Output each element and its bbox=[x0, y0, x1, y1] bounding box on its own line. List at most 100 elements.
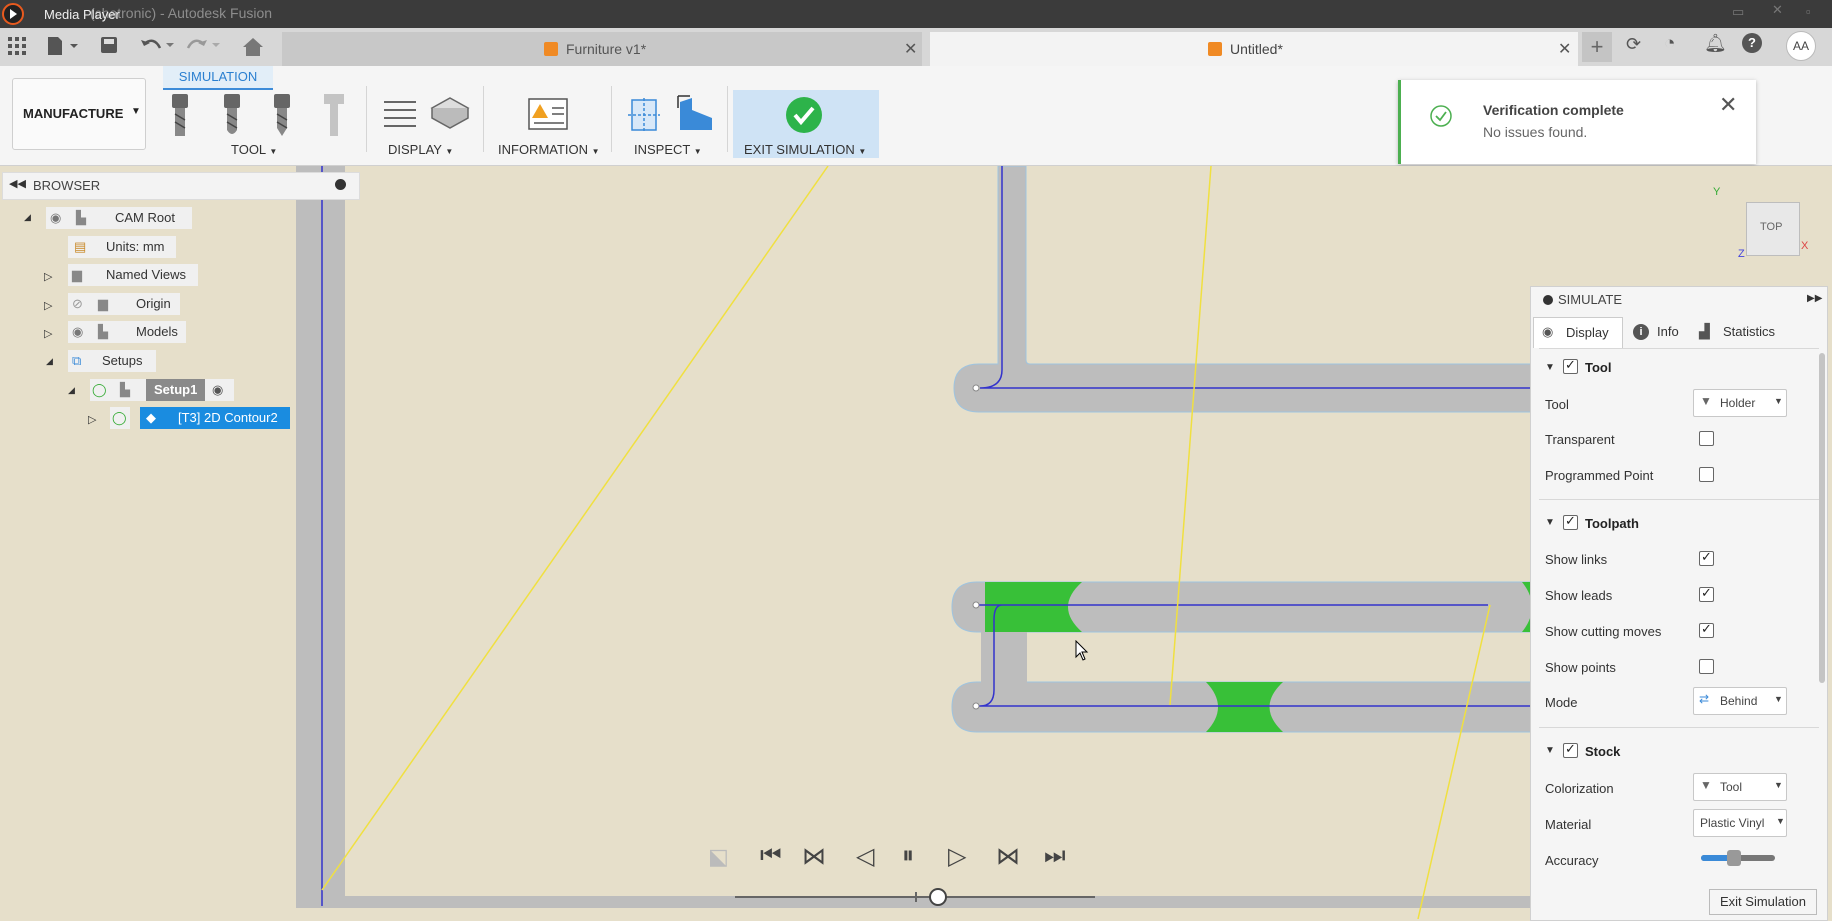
show-points-checkbox[interactable] bbox=[1699, 659, 1714, 674]
tree-node-units[interactable]: ▤ Units: mm bbox=[68, 236, 176, 258]
show-links-checkbox[interactable] bbox=[1699, 549, 1714, 566]
close-icon[interactable]: ✕ bbox=[904, 39, 917, 59]
tool-group-label[interactable]: TOOL ▼ bbox=[231, 142, 277, 157]
close-icon[interactable]: ✕ bbox=[1719, 92, 1737, 118]
next-operation-icon[interactable]: ⋈ bbox=[996, 842, 1020, 871]
minimize-icon[interactable]: ▭ bbox=[1732, 4, 1744, 20]
expand-triangle-icon[interactable]: ▷ bbox=[44, 299, 52, 312]
expand-panel-icon[interactable]: ▶▶ bbox=[1807, 293, 1822, 304]
information-group-label[interactable]: INFORMATION ▼ bbox=[498, 142, 600, 157]
minimize-panel-icon[interactable] bbox=[335, 179, 346, 190]
information-icon[interactable] bbox=[528, 98, 568, 130]
undo-icon[interactable] bbox=[140, 36, 176, 54]
collapse-triangle-icon[interactable]: ▼ bbox=[1545, 745, 1555, 756]
transparent-checkbox[interactable] bbox=[1699, 431, 1714, 446]
step-back-icon[interactable]: ◁ bbox=[856, 842, 874, 871]
title-bar: (chatronic) - Autodesk Fusion Media Play… bbox=[0, 0, 1832, 28]
show-cutting-moves-checkbox[interactable] bbox=[1699, 621, 1714, 638]
timeline-handle[interactable] bbox=[928, 888, 947, 906]
tree-node-setup1[interactable]: ◯ ▙ Setup1 ◉ bbox=[90, 379, 234, 401]
tree-node-label: Setup1 bbox=[146, 379, 206, 401]
tree-node-models[interactable]: ◉ ▙ Models bbox=[68, 321, 186, 343]
restore-icon[interactable]: ▫ bbox=[1806, 4, 1811, 19]
sync-icon[interactable]: ⟳ bbox=[1626, 34, 1641, 55]
tool-view-icon[interactable]: ⬕ bbox=[708, 844, 729, 870]
check-circle-icon bbox=[1430, 105, 1452, 127]
measure-icon[interactable] bbox=[676, 94, 716, 134]
section-analysis-icon[interactable] bbox=[626, 96, 662, 134]
collapse-triangle-icon[interactable]: ▼ bbox=[1545, 362, 1555, 373]
step-forward-icon[interactable]: ▷ bbox=[948, 842, 966, 871]
help-icon[interactable]: ? bbox=[1742, 33, 1762, 53]
display-stock-icon[interactable] bbox=[430, 96, 470, 132]
tree-node-named-views[interactable]: ▆ Named Views bbox=[68, 264, 198, 286]
collapse-triangle-icon[interactable]: ◢ bbox=[46, 356, 53, 367]
expand-triangle-icon[interactable]: ▷ bbox=[44, 270, 52, 283]
tab-simulation[interactable]: SIMULATION bbox=[163, 66, 273, 90]
accuracy-slider-handle[interactable] bbox=[1727, 850, 1742, 866]
user-avatar[interactable]: AA bbox=[1786, 31, 1816, 61]
tab-furniture[interactable]: Furniture v1* ✕ bbox=[282, 32, 922, 66]
tab-display[interactable]: ◉ Display bbox=[1533, 317, 1623, 348]
tree-node-origin[interactable]: ⊘ ▆ Origin bbox=[68, 293, 180, 315]
tool-dropdown[interactable]: ▼ Holder ▼ bbox=[1693, 389, 1787, 417]
eye-icon[interactable]: ◉ bbox=[72, 321, 83, 343]
skip-to-start-icon[interactable]: ⏮ bbox=[760, 842, 782, 870]
workspace-switcher[interactable]: MANUFACTURE ▼ bbox=[12, 78, 146, 150]
tool-section-checkbox[interactable] bbox=[1563, 357, 1578, 374]
tab-untitled[interactable]: Untitled* ✕ bbox=[930, 32, 1578, 66]
target-icon[interactable]: ◉ bbox=[212, 379, 223, 401]
tab-info[interactable]: i Info bbox=[1627, 317, 1691, 347]
mode-dropdown[interactable]: ⇄ Behind ▼ bbox=[1693, 687, 1787, 715]
panel-scrollbar[interactable] bbox=[1819, 353, 1825, 683]
home-icon[interactable] bbox=[242, 37, 264, 57]
show-leads-checkbox[interactable] bbox=[1699, 585, 1714, 602]
collapse-triangle-icon[interactable]: ◢ bbox=[24, 212, 31, 223]
redo-icon[interactable] bbox=[186, 36, 222, 54]
tool-drill-icon[interactable] bbox=[270, 94, 294, 138]
notifications-bell-icon[interactable]: 🔔︎ bbox=[1704, 33, 1727, 54]
tool-ball-endmill-icon[interactable] bbox=[220, 94, 244, 138]
tree-node-setups[interactable]: ⧉ Setups bbox=[68, 350, 156, 372]
new-tab-icon[interactable]: + bbox=[1582, 32, 1612, 62]
tree-node-contour[interactable]: ◯ bbox=[110, 407, 130, 429]
collapse-triangle-icon[interactable]: ◢ bbox=[68, 385, 75, 396]
tab-statistics[interactable]: ▟ Statistics bbox=[1693, 317, 1793, 347]
exit-simulation-button[interactable]: EXIT SIMULATION ▼ bbox=[733, 90, 879, 158]
pause-icon[interactable]: ⏸ bbox=[902, 842, 914, 870]
view-cube[interactable]: TOP bbox=[1746, 202, 1800, 256]
eye-hidden-icon[interactable]: ⊘ bbox=[72, 293, 83, 315]
skip-to-end-icon[interactable]: ⏭ bbox=[1044, 842, 1066, 870]
tool-holder-icon[interactable] bbox=[322, 94, 346, 138]
timeline-track[interactable] bbox=[735, 888, 1095, 906]
material-dropdown[interactable]: Plastic Vinyl ▼ bbox=[1693, 809, 1787, 837]
save-icon[interactable] bbox=[100, 36, 118, 54]
ribbon-separator bbox=[611, 86, 612, 152]
previous-operation-icon[interactable]: ⋈ bbox=[802, 842, 826, 871]
accuracy-slider[interactable] bbox=[1701, 850, 1775, 866]
collapse-panel-icon[interactable]: ◀◀ bbox=[9, 177, 26, 190]
exit-simulation-panel-button[interactable]: Exit Simulation bbox=[1709, 889, 1817, 915]
eye-icon[interactable]: ◉ bbox=[50, 207, 61, 229]
display-lines-icon[interactable] bbox=[382, 98, 418, 132]
programmed-point-checkbox[interactable] bbox=[1699, 467, 1714, 482]
close-icon[interactable]: ✕ bbox=[1558, 39, 1571, 59]
display-group-label[interactable]: DISPLAY ▼ bbox=[388, 142, 453, 157]
job-status-icon[interactable]: ◔ bbox=[1664, 33, 1675, 55]
minimize-panel-icon[interactable] bbox=[1543, 295, 1553, 305]
maximize-icon[interactable]: ✕ bbox=[1772, 2, 1783, 18]
tree-node-contour-selected[interactable]: ◆ [T3] 2D Contour2 bbox=[140, 407, 290, 429]
panel-divider bbox=[1539, 348, 1819, 349]
toolpath-section-checkbox[interactable] bbox=[1563, 513, 1578, 530]
expand-triangle-icon[interactable]: ▷ bbox=[44, 327, 52, 340]
expand-triangle-icon[interactable]: ▷ bbox=[88, 413, 96, 426]
collapse-triangle-icon[interactable]: ▼ bbox=[1545, 517, 1555, 528]
stock-section-checkbox[interactable] bbox=[1563, 741, 1578, 758]
inspect-group-label[interactable]: INSPECT ▼ bbox=[634, 142, 702, 157]
colorization-dropdown[interactable]: ▼ Tool ▼ bbox=[1693, 773, 1787, 801]
tree-node-cam-root[interactable]: ◉ ▙ CAM Root bbox=[46, 207, 192, 229]
file-menu-icon[interactable] bbox=[46, 36, 82, 56]
app-grid-icon[interactable] bbox=[8, 37, 26, 55]
stock-section-title: Stock bbox=[1585, 744, 1621, 759]
tool-flat-endmill-icon[interactable] bbox=[168, 94, 192, 138]
